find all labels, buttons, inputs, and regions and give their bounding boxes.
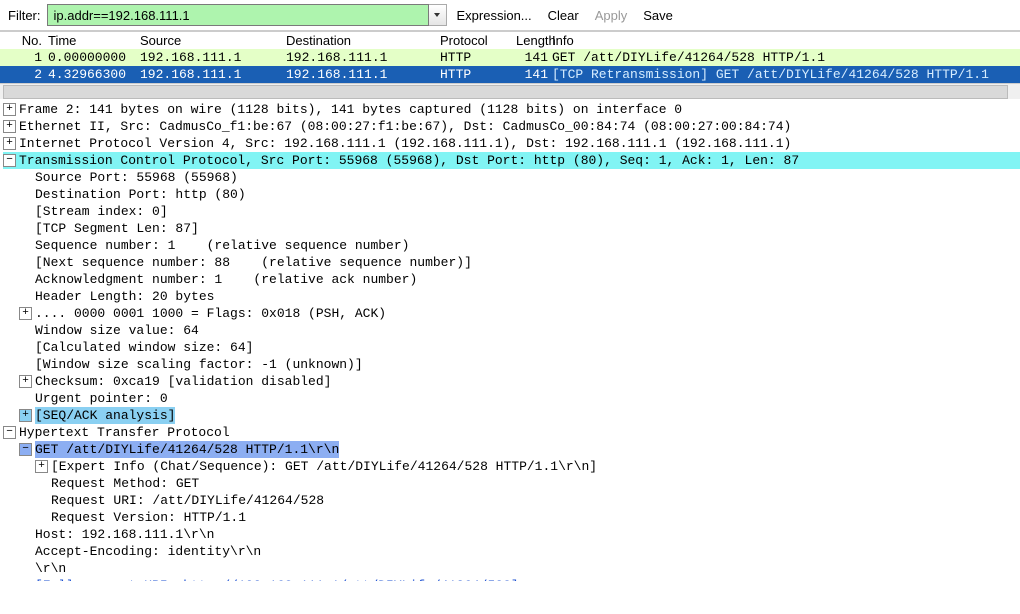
expand-icon[interactable]: + <box>3 120 16 133</box>
horizontal-scrollbar[interactable] <box>0 83 1020 99</box>
cell-no: 1 <box>0 50 48 65</box>
col-source[interactable]: Source <box>140 33 286 48</box>
detail-wsf[interactable]: [Window size scaling factor: -1 (unknown… <box>19 356 363 373</box>
detail-flags[interactable]: .... 0000 0001 1000 = Flags: 0x018 (PSH,… <box>35 305 386 322</box>
packet-list-header: No. Time Source Destination Protocol Len… <box>0 31 1020 49</box>
detail-nseq[interactable]: [Next sequence number: 88 (relative sequ… <box>19 254 472 271</box>
packet-row[interactable]: 1 0.00000000 192.168.111.1 192.168.111.1… <box>0 49 1020 66</box>
filter-dropdown-button[interactable] <box>429 4 447 26</box>
collapse-icon[interactable]: − <box>3 154 16 167</box>
detail-full-uri[interactable]: [Full request URI: http://192.168.111.1/… <box>19 577 519 581</box>
detail-expert[interactable]: [Expert Info (Chat/Sequence): GET /att/D… <box>51 458 597 475</box>
detail-stream[interactable]: [Stream index: 0] <box>19 203 168 220</box>
filter-bar: Filter: Expression... Clear Apply Save <box>0 0 1020 31</box>
filter-input-wrap <box>47 4 447 26</box>
detail-ip[interactable]: Internet Protocol Version 4, Src: 192.16… <box>19 135 791 152</box>
detail-uri[interactable]: Request URI: /att/DIYLife/41264/528 <box>35 492 324 509</box>
detail-seq[interactable]: Sequence number: 1 (relative sequence nu… <box>19 237 409 254</box>
detail-srcport[interactable]: Source Port: 55968 (55968) <box>19 169 238 186</box>
detail-urg[interactable]: Urgent pointer: 0 <box>19 390 168 407</box>
packet-details: +Frame 2: 141 bytes on wire (1128 bits),… <box>0 99 1020 581</box>
collapse-icon[interactable]: − <box>19 443 32 456</box>
expand-icon[interactable]: + <box>35 460 48 473</box>
clear-button[interactable]: Clear <box>542 6 585 25</box>
cell-no: 2 <box>0 67 48 82</box>
detail-method[interactable]: Request Method: GET <box>35 475 199 492</box>
expand-icon[interactable]: + <box>3 137 16 150</box>
filter-input[interactable] <box>47 4 429 26</box>
col-protocol[interactable]: Protocol <box>440 33 516 48</box>
cell-info: [TCP Retransmission] GET /att/DIYLife/41… <box>552 67 1020 82</box>
expression-button[interactable]: Expression... <box>451 6 538 25</box>
col-info[interactable]: Info <box>552 33 1020 48</box>
cell-proto: HTTP <box>440 50 516 65</box>
cell-info: GET /att/DIYLife/41264/528 HTTP/1.1 <box>552 50 1020 65</box>
detail-ack[interactable]: Acknowledgment number: 1 (relative ack n… <box>19 271 417 288</box>
save-button[interactable]: Save <box>637 6 679 25</box>
packet-row[interactable]: 2 4.32966300 192.168.111.1 192.168.111.1… <box>0 66 1020 83</box>
collapse-icon[interactable]: − <box>3 426 16 439</box>
detail-ver[interactable]: Request Version: HTTP/1.1 <box>35 509 246 526</box>
detail-dstport[interactable]: Destination Port: http (80) <box>19 186 246 203</box>
col-destination[interactable]: Destination <box>286 33 440 48</box>
detail-crlf[interactable]: \r\n <box>19 560 66 577</box>
col-length[interactable]: Length <box>516 33 552 48</box>
chevron-down-icon <box>433 11 441 19</box>
detail-eth[interactable]: Ethernet II, Src: CadmusCo_f1:be:67 (08:… <box>19 118 791 135</box>
detail-hdrlen[interactable]: Header Length: 20 bytes <box>19 288 214 305</box>
cell-src: 192.168.111.1 <box>140 50 286 65</box>
cell-time: 4.32966300 <box>48 67 140 82</box>
apply-button[interactable]: Apply <box>589 6 634 25</box>
col-no[interactable]: No. <box>0 33 48 48</box>
cell-len: 141 <box>516 50 552 65</box>
detail-seglen[interactable]: [TCP Segment Len: 87] <box>19 220 199 237</box>
expand-icon[interactable]: + <box>3 103 16 116</box>
detail-frame[interactable]: Frame 2: 141 bytes on wire (1128 bits), … <box>19 101 682 118</box>
detail-win[interactable]: Window size value: 64 <box>19 322 199 339</box>
detail-tcp[interactable]: Transmission Control Protocol, Src Port:… <box>19 152 799 169</box>
detail-chk[interactable]: Checksum: 0xca19 [validation disabled] <box>35 373 331 390</box>
col-time[interactable]: Time <box>48 33 140 48</box>
detail-host[interactable]: Host: 192.168.111.1\r\n <box>19 526 214 543</box>
detail-enc[interactable]: Accept-Encoding: identity\r\n <box>19 543 261 560</box>
expand-icon[interactable]: + <box>19 409 32 422</box>
filter-label: Filter: <box>8 8 41 23</box>
cell-dst: 192.168.111.1 <box>286 67 440 82</box>
cell-src: 192.168.111.1 <box>140 67 286 82</box>
cell-len: 141 <box>516 67 552 82</box>
expand-icon[interactable]: + <box>19 307 32 320</box>
detail-seqack[interactable]: [SEQ/ACK analysis] <box>35 407 175 424</box>
cell-time: 0.00000000 <box>48 50 140 65</box>
detail-get[interactable]: GET /att/DIYLife/41264/528 HTTP/1.1\r\n <box>35 441 339 458</box>
detail-http[interactable]: Hypertext Transfer Protocol <box>19 424 230 441</box>
expand-icon[interactable]: + <box>19 375 32 388</box>
detail-cwin[interactable]: [Calculated window size: 64] <box>19 339 253 356</box>
cell-dst: 192.168.111.1 <box>286 50 440 65</box>
cell-proto: HTTP <box>440 67 516 82</box>
